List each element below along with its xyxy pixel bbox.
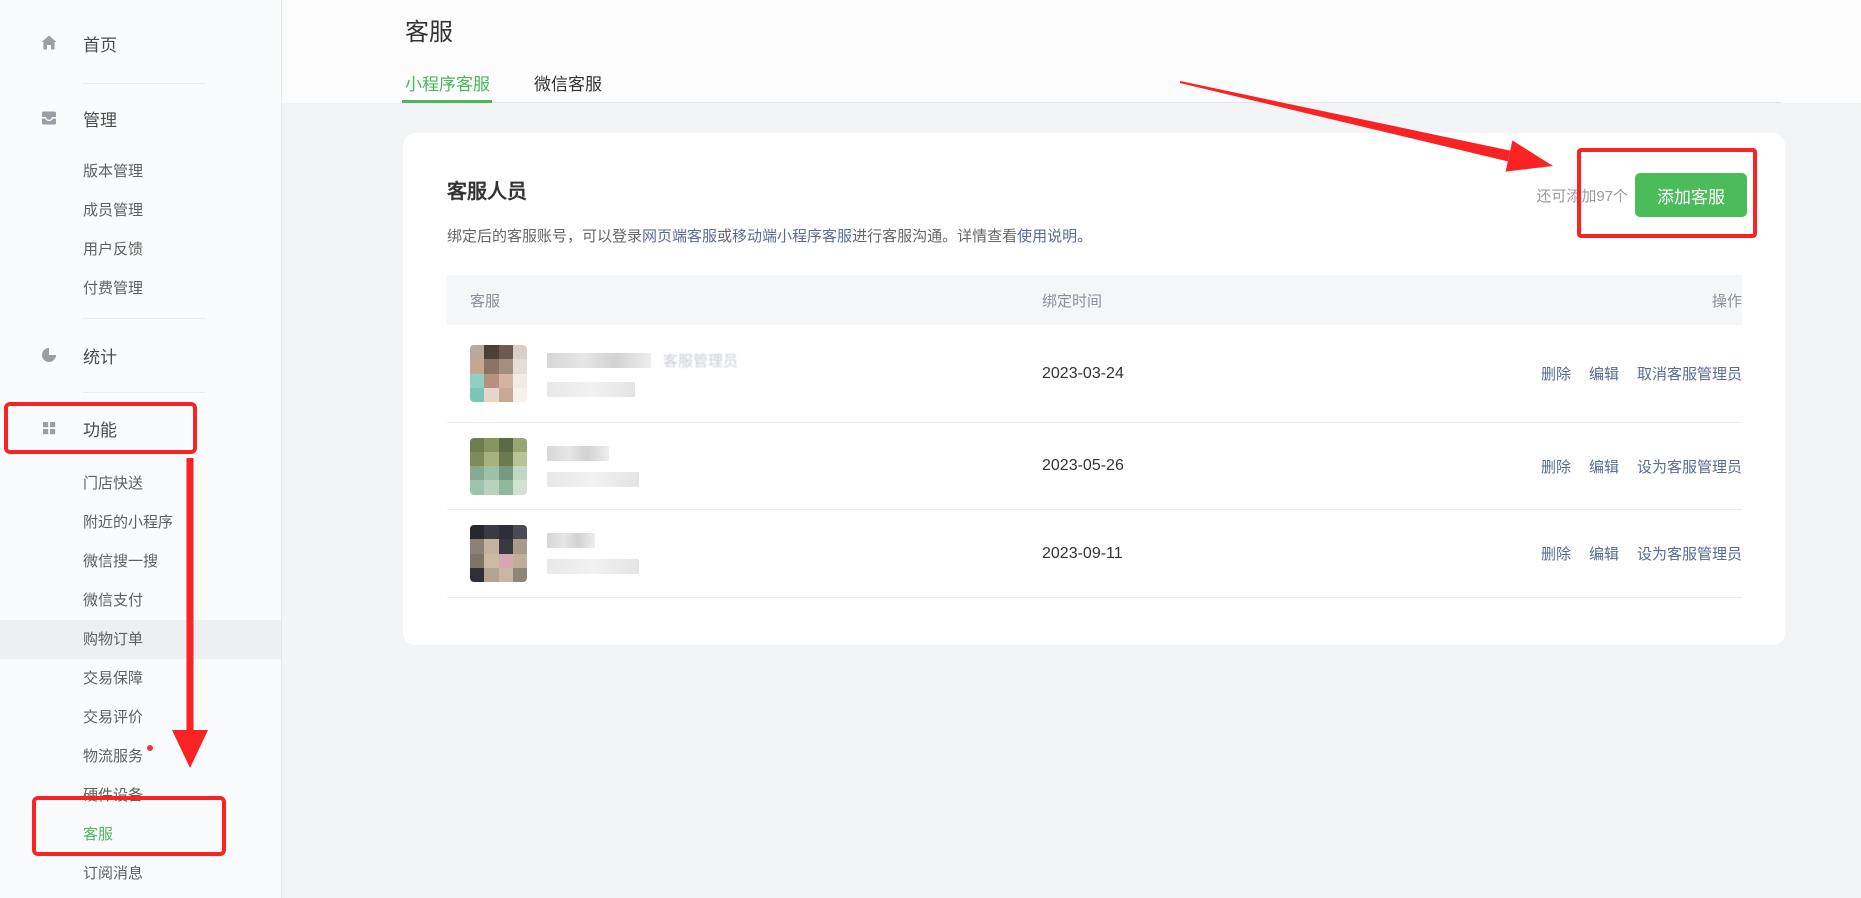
agent-name-blurred: 客服管理员 <box>547 350 738 397</box>
delete-link[interactable]: 删除 <box>1541 363 1571 384</box>
agent-name-blurred <box>547 446 639 487</box>
sidebar-item-store-delivery[interactable]: 门店快送 <box>0 464 281 503</box>
column-header-bind-time: 绑定时间 <box>1042 290 1712 311</box>
column-header-agent: 客服 <box>447 290 1042 311</box>
admin-badge: 客服管理员 <box>663 350 738 371</box>
sidebar-item-payment[interactable]: 付费管理 <box>0 269 281 308</box>
agent-cell <box>447 438 1042 495</box>
sidebar-item-manage[interactable]: 管理 <box>0 98 281 138</box>
sidebar-divider <box>83 83 205 84</box>
edit-link[interactable]: 编辑 <box>1589 456 1619 477</box>
panel-description: 绑定后的客服账号，可以登录网页端客服或移动端小程序客服进行客服沟通。详情查看使用… <box>447 225 1092 246</box>
mobile-miniprogram-service-link[interactable]: 移动端小程序客服 <box>732 228 852 245</box>
tab-border <box>402 102 1781 103</box>
web-service-link[interactable]: 网页端客服 <box>642 228 717 245</box>
table-row: 客服管理员 2023-03-24 删除 编辑 取消客服管理员 <box>447 325 1742 423</box>
sidebar-item-wechat-search[interactable]: 微信搜一搜 <box>0 542 281 581</box>
avatar <box>470 345 527 402</box>
tab-wechat-service[interactable]: 微信客服 <box>534 70 602 95</box>
avatar <box>470 525 527 582</box>
customer-service-table: 客服 绑定时间 操作 客服管理员 2023-03-24 删 <box>447 275 1742 598</box>
delete-link[interactable]: 删除 <box>1541 456 1571 477</box>
agent-name-blurred <box>547 533 639 574</box>
desc-text: 绑定后的客服账号，可以登录 <box>447 228 642 245</box>
row-actions: 删除 编辑 设为客服管理员 <box>1541 456 1742 477</box>
edit-link[interactable]: 编辑 <box>1589 543 1619 564</box>
features-submenu: 门店快送 附近的小程序 微信搜一搜 微信支付 购物订单 交易保障 交易评价 物流… <box>0 464 281 893</box>
panel-title: 客服人员 <box>447 175 527 204</box>
sidebar-item-version[interactable]: 版本管理 <box>0 152 281 191</box>
sidebar-item-customer-service[interactable]: 客服 <box>0 815 281 854</box>
tab-miniprogram-service[interactable]: 小程序客服 <box>405 70 490 95</box>
delete-link[interactable]: 删除 <box>1541 543 1571 564</box>
sidebar-item-home[interactable]: 首页 <box>0 0 281 63</box>
agent-cell <box>447 525 1042 582</box>
bind-time: 2023-05-26 <box>1042 457 1541 475</box>
sidebar-item-transaction-review[interactable]: 交易评价 <box>0 698 281 737</box>
row-actions: 删除 编辑 设为客服管理员 <box>1541 543 1742 564</box>
active-tab-underline <box>402 100 492 103</box>
add-customer-service-button[interactable]: 添加客服 <box>1635 173 1747 217</box>
new-badge-dot <box>147 745 153 751</box>
sidebar-item-transaction-guarantee[interactable]: 交易保障 <box>0 659 281 698</box>
main-content: 客服 小程序客服 微信客服 客服人员 绑定后的客服账号，可以登录网页端客服或移动… <box>282 0 1861 898</box>
sidebar-item-hardware[interactable]: 硬件设备 <box>0 776 281 815</box>
tab-bar: 小程序客服 微信客服 <box>405 70 602 95</box>
row-actions: 删除 编辑 取消客服管理员 <box>1541 363 1742 384</box>
sidebar-item-feedback[interactable]: 用户反馈 <box>0 230 281 269</box>
customer-service-panel: 客服人员 绑定后的客服账号，可以登录网页端客服或移动端小程序客服进行客服沟通。详… <box>403 133 1785 645</box>
desc-text: 。 <box>1077 228 1092 245</box>
table-header: 客服 绑定时间 操作 <box>447 275 1742 325</box>
sidebar-item-shopping-orders[interactable]: 购物订单 <box>0 620 281 659</box>
sidebar-item-label: 首页 <box>83 31 117 56</box>
sidebar-item-members[interactable]: 成员管理 <box>0 191 281 230</box>
sidebar: 首页 管理 版本管理 成员管理 用户反馈 付费管理 统计 功能 <box>0 0 282 898</box>
table-row: 2023-09-11 删除 编辑 设为客服管理员 <box>447 510 1742 598</box>
sidebar-divider <box>83 392 205 393</box>
sidebar-item-features[interactable]: 功能 <box>0 408 281 448</box>
set-admin-link[interactable]: 设为客服管理员 <box>1637 456 1742 477</box>
home-icon <box>40 34 58 52</box>
usage-instructions-link[interactable]: 使用说明 <box>1017 228 1077 245</box>
manage-submenu: 版本管理 成员管理 用户反馈 付费管理 <box>0 152 281 308</box>
sidebar-item-nearby-miniprogram[interactable]: 附近的小程序 <box>0 503 281 542</box>
sidebar-item-logistics[interactable]: 物流服务 <box>0 737 281 776</box>
desc-text: 进行客服沟通。详情查看 <box>852 228 1017 245</box>
table-row: 2023-05-26 删除 编辑 设为客服管理员 <box>447 423 1742 510</box>
column-header-actions: 操作 <box>1712 290 1742 311</box>
remaining-quota-text: 还可添加97个 <box>1536 185 1628 206</box>
inbox-icon <box>40 109 58 127</box>
wechat-mp-admin-page: 首页 管理 版本管理 成员管理 用户反馈 付费管理 统计 功能 <box>0 0 1861 898</box>
sidebar-item-label: 功能 <box>83 416 117 441</box>
desc-text: 或 <box>717 228 732 245</box>
sidebar-item-label: 管理 <box>83 106 117 131</box>
sidebar-item-subscribe-message[interactable]: 订阅消息 <box>0 854 281 893</box>
bind-time: 2023-09-11 <box>1042 545 1541 563</box>
sidebar-divider <box>83 318 205 319</box>
avatar <box>470 438 527 495</box>
bind-time: 2023-03-24 <box>1042 365 1541 383</box>
cancel-admin-link[interactable]: 取消客服管理员 <box>1637 363 1742 384</box>
sidebar-item-wechat-pay[interactable]: 微信支付 <box>0 581 281 620</box>
edit-link[interactable]: 编辑 <box>1589 363 1619 384</box>
panel-actions: 还可添加97个 添加客服 <box>1536 173 1747 217</box>
pie-chart-icon <box>40 346 58 364</box>
grid-icon <box>40 419 58 437</box>
set-admin-link[interactable]: 设为客服管理员 <box>1637 543 1742 564</box>
page-title: 客服 <box>405 12 453 47</box>
sidebar-item-stats[interactable]: 统计 <box>0 335 281 375</box>
sidebar-item-label: 物流服务 <box>83 748 143 765</box>
agent-cell: 客服管理员 <box>447 345 1042 402</box>
sidebar-item-label: 统计 <box>83 343 117 368</box>
